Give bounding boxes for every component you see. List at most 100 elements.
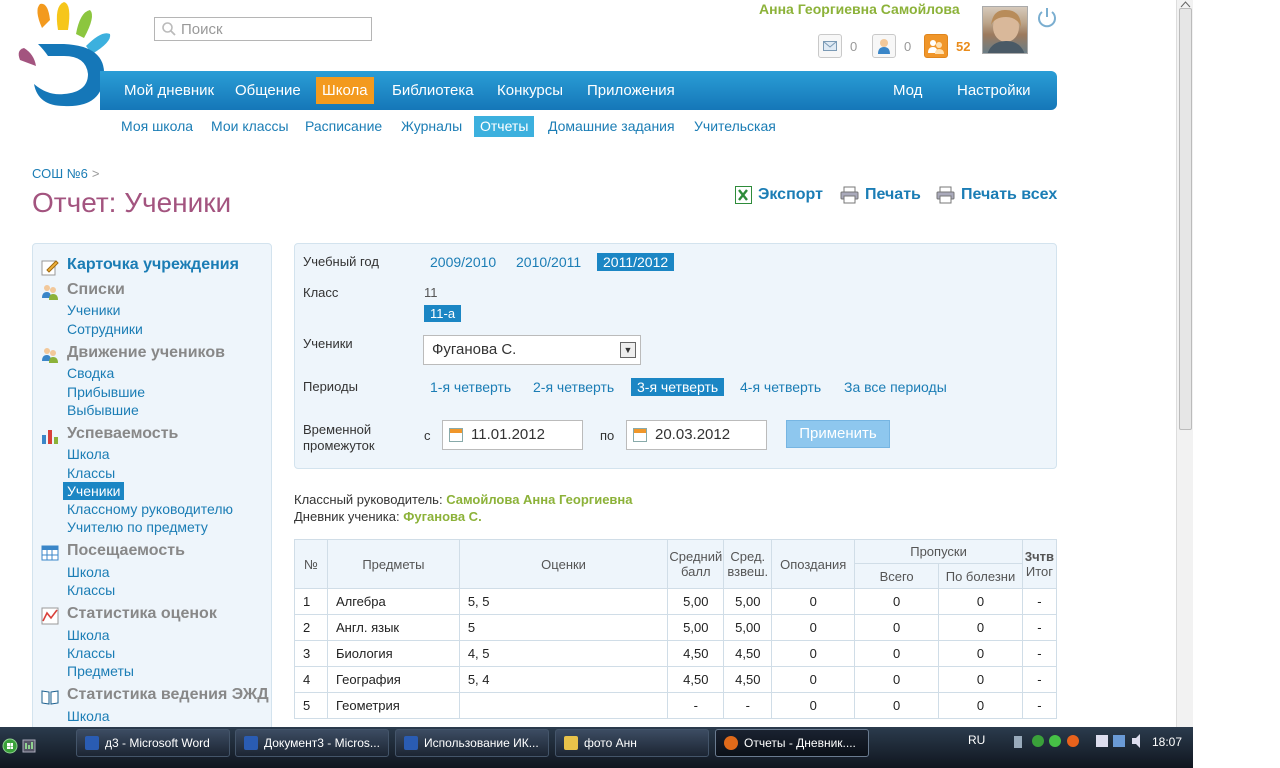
year-option-2010[interactable]: 2010/2011: [510, 253, 587, 271]
table-row: 3 Биология 4, 5 4,50 4,50 0 0 0 -: [294, 640, 1058, 667]
date-from-field[interactable]: 11.01.2012: [442, 420, 583, 450]
friends-counter[interactable]: 0: [872, 34, 911, 58]
nav-communication[interactable]: Общение: [229, 77, 307, 104]
network-app-icon[interactable]: [22, 737, 42, 755]
sidebar-gs-classes[interactable]: Классы: [67, 645, 115, 661]
notifications-count: 52: [956, 38, 971, 54]
period-q1[interactable]: 1-я четверть: [424, 378, 517, 396]
chevron-down-icon[interactable]: ▼: [620, 342, 636, 358]
col-weighted-line2: взвеш.: [727, 564, 769, 579]
subnav-my-school[interactable]: Моя школа: [115, 116, 199, 137]
print-button[interactable]: Печать: [840, 186, 921, 204]
class-option-11a[interactable]: 11-а: [424, 305, 462, 322]
subnav-teachers-room[interactable]: Учительская: [688, 116, 782, 137]
period-q4[interactable]: 4-я четверть: [734, 378, 827, 396]
col-num: №: [294, 539, 328, 589]
sidebar-perf-class-teacher[interactable]: Классному руководителю: [67, 501, 233, 517]
sidebar-lists-students[interactable]: Ученики: [67, 302, 120, 318]
sidebar-gs-subjects[interactable]: Предметы: [67, 663, 134, 679]
taskbar-item-label: Использование ИК...: [424, 736, 539, 750]
scrollbar-thumb[interactable]: [1179, 8, 1192, 430]
apply-button[interactable]: Применить: [786, 420, 890, 448]
sidebar-perf-school[interactable]: Школа: [67, 446, 110, 462]
nav-contests[interactable]: Конкурсы: [491, 77, 569, 104]
subnav-homework[interactable]: Домашние задания: [542, 116, 681, 137]
row-subject: Англ. язык: [326, 614, 460, 641]
taskbar-word-d3[interactable]: д3 - Microsoft Word: [76, 729, 230, 757]
subnav-reports[interactable]: Отчеты: [474, 116, 535, 137]
taskbar-folder-photo[interactable]: фото Анн: [555, 729, 709, 757]
sidebar-ejd-school[interactable]: Школа: [67, 708, 110, 724]
nav-library[interactable]: Библиотека: [386, 77, 480, 104]
sidebar-perf-classes[interactable]: Классы: [67, 465, 115, 481]
language-indicator[interactable]: RU: [968, 733, 985, 747]
start-button[interactable]: [0, 731, 46, 761]
row-abs-total: 0: [854, 614, 940, 641]
period-q3[interactable]: 3-я четверть: [631, 378, 725, 396]
row-final: -: [1021, 692, 1058, 719]
print-label: Печать: [865, 186, 921, 203]
row-grades: 4, 5: [458, 640, 669, 667]
avatar[interactable]: [982, 6, 1028, 54]
nav-mod[interactable]: Мод: [887, 77, 928, 104]
subnav-journals[interactable]: Журналы: [395, 116, 468, 137]
scroll-up-arrow-icon[interactable]: [1180, 0, 1191, 8]
users-icon: [42, 285, 58, 300]
taskbar-word-doc3[interactable]: Документ3 - Micros...: [235, 729, 389, 757]
breadcrumb-school[interactable]: СОШ №6: [32, 166, 88, 181]
nav-school[interactable]: Школа: [316, 77, 374, 104]
screen: Анна Георгиевна Самойлова 0 0 52 Мой дне…: [0, 0, 1280, 768]
row-subject: Геометрия: [326, 692, 460, 719]
year-option-2009[interactable]: 2009/2010: [424, 253, 502, 271]
taskbar-firefox-reports[interactable]: Отчеты - Дневник....: [715, 729, 869, 757]
users-icon: [42, 348, 58, 363]
sidebar-att-school[interactable]: Школа: [67, 564, 110, 580]
col-final-line2: Итог: [1025, 564, 1054, 579]
row-average: 4,50: [667, 640, 725, 667]
export-label: Экспорт: [758, 186, 823, 203]
word-icon: [85, 736, 99, 750]
print-all-button[interactable]: Печать всех: [936, 186, 1057, 204]
col-average: Средний балл: [667, 539, 725, 589]
sidebar-card[interactable]: Карточка учреждения: [67, 256, 239, 274]
nav-apps[interactable]: Приложения: [581, 77, 681, 104]
notifications-counter[interactable]: 52: [924, 34, 970, 58]
row-late: 0: [771, 588, 856, 615]
sidebar-lists-staff[interactable]: Сотрудники: [67, 321, 143, 337]
sidebar-movement-left[interactable]: Выбывшие: [67, 402, 139, 418]
calendar-icon[interactable]: [633, 428, 647, 442]
class-label: Класс: [303, 285, 339, 300]
subnav-my-classes[interactable]: Мои классы: [205, 116, 295, 137]
clock[interactable]: 18:07: [1152, 735, 1182, 749]
sidebar-gs-school[interactable]: Школа: [67, 627, 110, 643]
period-q2[interactable]: 2-я четверть: [527, 378, 620, 396]
sidebar-movement-summary[interactable]: Сводка: [67, 365, 114, 381]
sidebar-movement-arrived[interactable]: Прибывшие: [67, 384, 145, 400]
user-name[interactable]: Анна Георгиевна Самойлова: [759, 1, 960, 17]
year-option-2011[interactable]: 2011/2012: [597, 253, 675, 271]
export-button[interactable]: Экспорт: [735, 186, 823, 204]
nav-my-diary[interactable]: Мой дневник: [118, 77, 220, 104]
table-row: 4 География 5, 4 4,50 4,50 0 0 0 -: [294, 666, 1058, 693]
sidebar-grade-stats-heading: Статистика оценок: [67, 605, 217, 622]
vertical-scrollbar[interactable]: [1176, 0, 1193, 727]
row-final: -: [1021, 640, 1058, 667]
year-label: Учебный год: [303, 254, 379, 269]
date-to-field[interactable]: 20.03.2012: [626, 420, 767, 450]
sidebar-perf-subject-teacher[interactable]: Учителю по предмету: [67, 519, 208, 535]
student-diary-name[interactable]: Фуганова С.: [403, 509, 481, 524]
subnav-schedule[interactable]: Расписание: [299, 116, 388, 137]
messages-counter[interactable]: 0: [818, 34, 857, 58]
student-select[interactable]: Фуганова С. ▼: [423, 335, 641, 365]
sidebar-att-classes[interactable]: Классы: [67, 582, 115, 598]
taskbar-word-ict[interactable]: Использование ИК...: [395, 729, 549, 757]
sidebar-perf-students[interactable]: Ученики: [63, 482, 125, 500]
class-teacher-name[interactable]: Самойлова Анна Георгиевна: [446, 492, 632, 507]
logout-power-icon[interactable]: [1036, 6, 1058, 28]
search-box[interactable]: [154, 17, 372, 41]
row-num: 2: [294, 614, 328, 641]
search-input[interactable]: [181, 20, 361, 38]
period-all[interactable]: За все периоды: [838, 378, 953, 396]
calendar-icon[interactable]: [449, 428, 463, 442]
nav-settings[interactable]: Настройки: [951, 77, 1037, 104]
